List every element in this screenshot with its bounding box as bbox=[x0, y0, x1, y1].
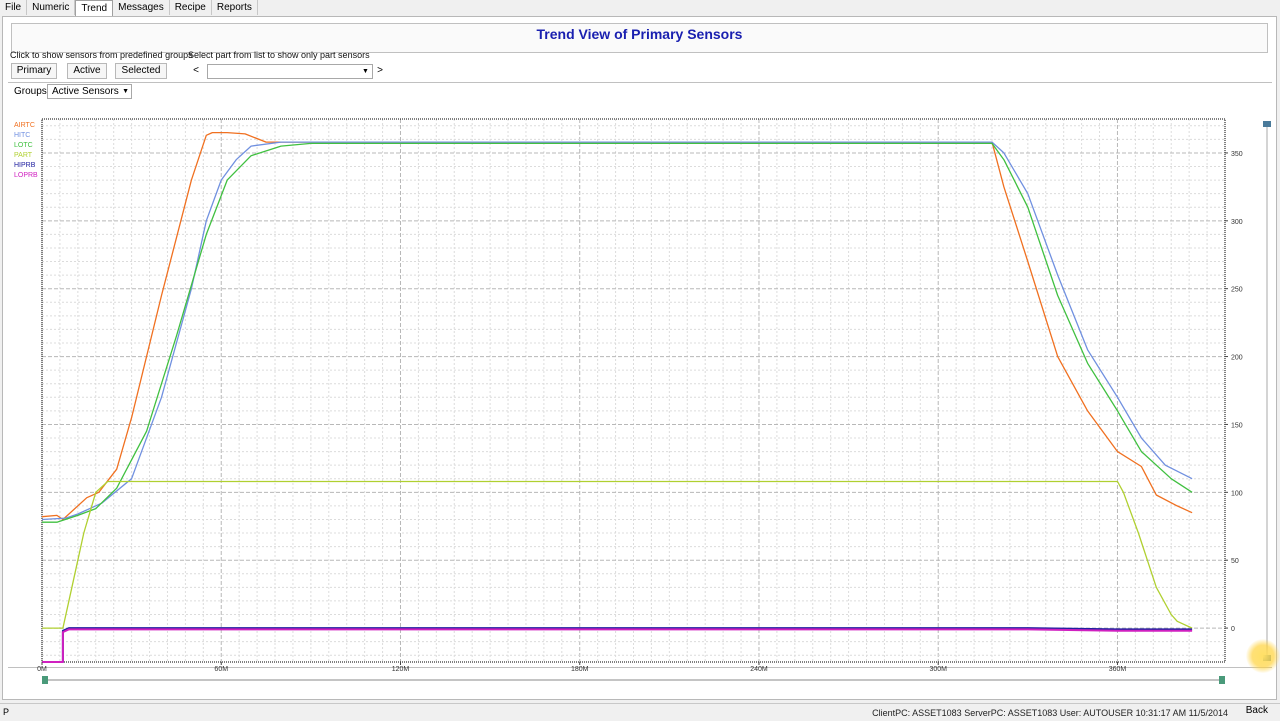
chart-scroll-left-handle[interactable] bbox=[42, 676, 48, 684]
legend-label-part: PART bbox=[14, 152, 33, 159]
status-indicator: P bbox=[3, 707, 10, 717]
legend-label-loprb: LOPRB bbox=[14, 172, 38, 179]
x-tick-label: 0M bbox=[37, 666, 47, 673]
series-line-hitc bbox=[41, 141, 1193, 521]
x-tick-label: 360M bbox=[1109, 666, 1127, 673]
legend-label-lotc: LOTC bbox=[14, 142, 33, 149]
series-line-loprb bbox=[42, 628, 1193, 663]
legend-label-airtc: AIRTC bbox=[14, 122, 35, 129]
series-line-part bbox=[42, 480, 1193, 629]
status-info: ClientPC: ASSET1083 ServerPC: ASSET1083 … bbox=[872, 708, 1228, 718]
legend-label-hitc: HITC bbox=[14, 132, 30, 139]
y-tick-label: 350 bbox=[1231, 151, 1243, 158]
y-tick-label: 150 bbox=[1231, 422, 1243, 429]
x-tick-label: 60M bbox=[214, 666, 228, 673]
y-tick-label: 0 bbox=[1231, 626, 1235, 633]
legend-label-hiprb: HIPRB bbox=[14, 162, 36, 169]
status-bar: P ClientPC: ASSET1083 ServerPC: ASSET108… bbox=[0, 703, 1280, 721]
y-axis-ticks: 0 50 100 150 200 250 300 350 bbox=[1225, 151, 1243, 633]
y-tick-label: 200 bbox=[1231, 355, 1243, 362]
x-tick-label: 240M bbox=[750, 666, 768, 673]
y-tick-label: 250 bbox=[1231, 287, 1243, 294]
cursor-highlight bbox=[1246, 639, 1280, 673]
back-button[interactable]: Back bbox=[1246, 705, 1268, 716]
y-tick-label: 100 bbox=[1231, 490, 1243, 497]
x-axis-ticks: 0M 60M 120M 180M 240M 300M 360M bbox=[37, 662, 1126, 673]
series-line-hiprb bbox=[42, 627, 1193, 663]
x-tick-label: 300M bbox=[929, 666, 947, 673]
x-tick-label: 180M bbox=[571, 666, 589, 673]
y-tick-label: 300 bbox=[1231, 219, 1243, 226]
chart-scroll-right-handle[interactable] bbox=[1219, 676, 1225, 684]
chart-legend: AIRTC HITC LOTC PART HIPRB LOPRB bbox=[14, 122, 38, 179]
x-tick-label: 120M bbox=[392, 666, 410, 673]
trend-chart: AIRTC HITC LOTC PART HIPRB LOPRB 0M 60M 120M 180… bbox=[14, 118, 1271, 684]
chart-vscroll-top-handle[interactable] bbox=[1263, 121, 1271, 127]
y-tick-label: 50 bbox=[1231, 558, 1239, 565]
